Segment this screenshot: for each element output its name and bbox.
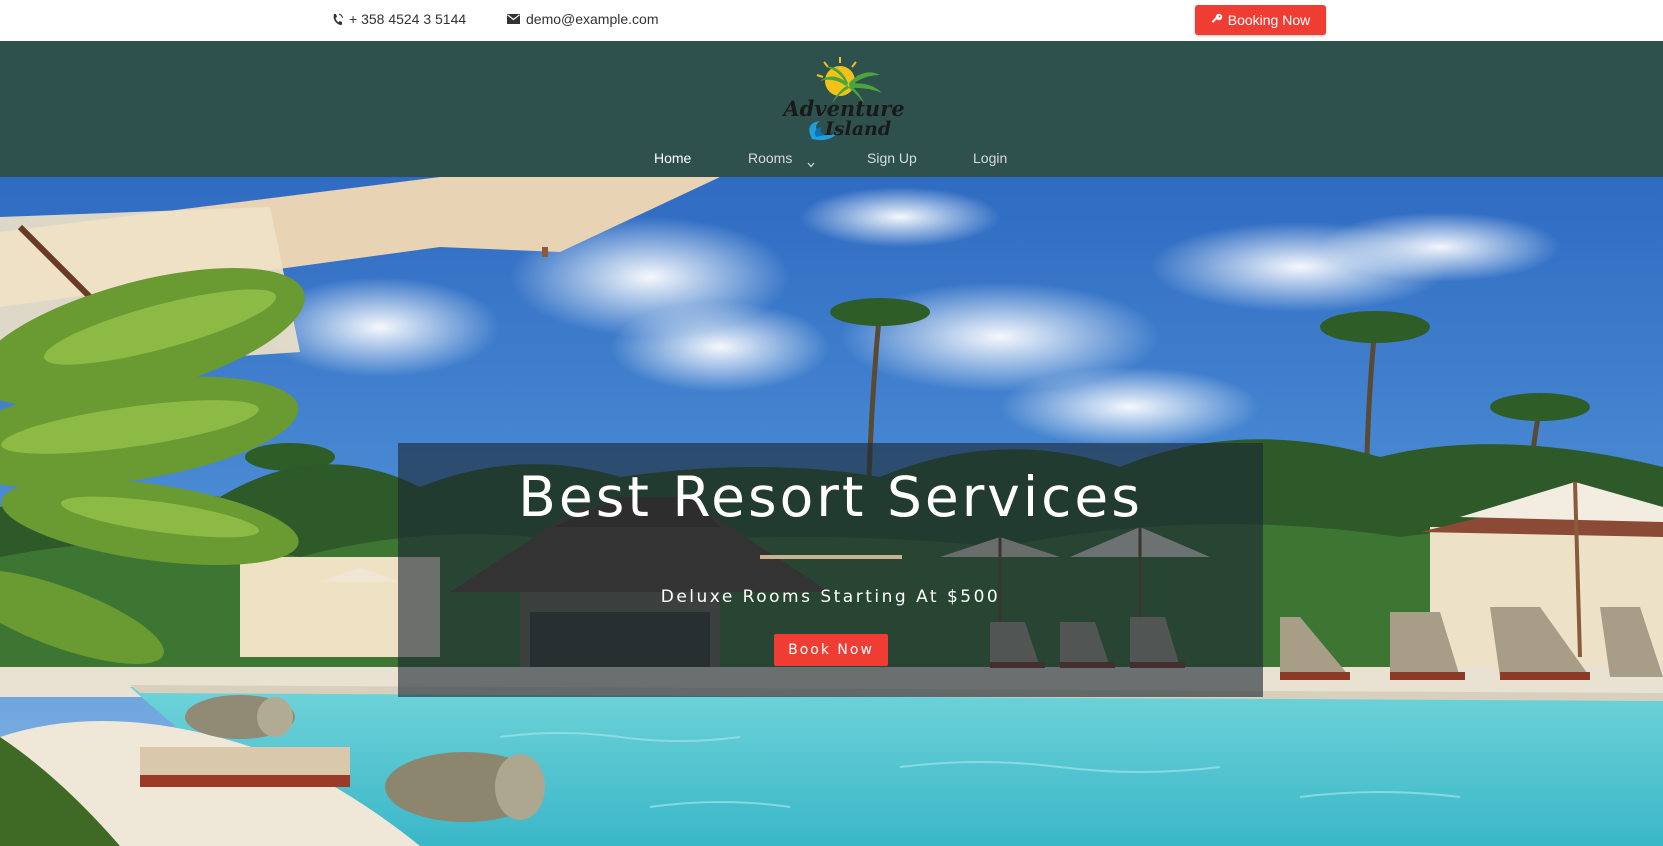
phone-number: + 358 4524 3 5144	[349, 11, 467, 27]
logo[interactable]: Adventure Island	[781, 53, 906, 143]
nav-login[interactable]: Login	[973, 150, 1007, 166]
book-now-button[interactable]: Book Now	[774, 634, 888, 666]
booking-now-label: Booking Now	[1227, 12, 1311, 28]
site-header: Adventure Island Home Rooms Sign Up Logi…	[0, 41, 1663, 177]
booking-now-button[interactable]: Booking Now	[1195, 5, 1326, 35]
logo-text-line2: Island	[824, 118, 891, 140]
nav-rooms[interactable]: Rooms	[748, 150, 792, 166]
hero-subtitle: Deluxe Rooms Starting At $500	[660, 587, 1001, 607]
nav-home[interactable]: Home	[654, 150, 691, 166]
phone-contact[interactable]: + 358 4524 3 5144	[332, 11, 466, 27]
key-icon	[1211, 12, 1223, 28]
email-address: demo@example.com	[526, 11, 659, 27]
envelope-icon	[507, 14, 520, 24]
hero-banner: Best Resort Services Deluxe Rooms Starti…	[0, 177, 1663, 846]
email-contact[interactable]: demo@example.com	[507, 11, 659, 27]
phone-icon	[332, 13, 343, 26]
hero-title: Best Resort Services	[518, 465, 1143, 529]
hero-caption-panel: Best Resort Services Deluxe Rooms Starti…	[398, 443, 1263, 697]
chevron-down-icon[interactable]	[807, 155, 815, 173]
main-nav: Home Rooms Sign Up Login	[0, 150, 1663, 172]
hero-divider	[760, 555, 902, 559]
top-bar: + 358 4524 3 5144 demo@example.com Booki…	[0, 0, 1663, 41]
nav-sign-up[interactable]: Sign Up	[867, 150, 917, 166]
sun-graphic	[816, 57, 864, 96]
